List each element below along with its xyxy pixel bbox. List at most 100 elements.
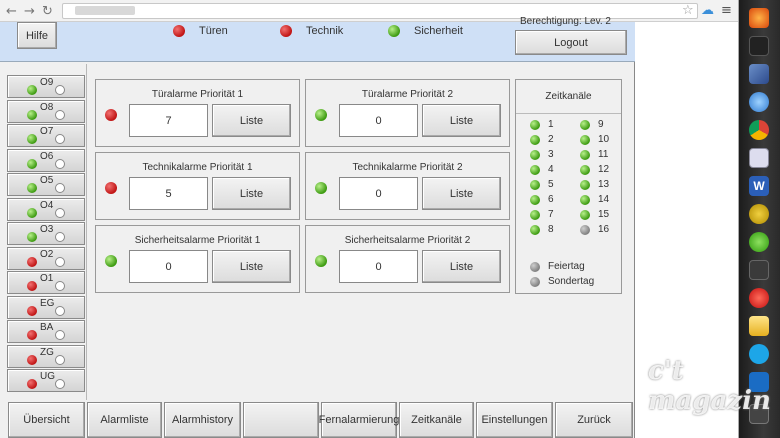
floor-status-icon (27, 158, 37, 169)
time-channel-number: 9 (598, 119, 604, 130)
header-bar: Hilfe Berechtigung: Lev. 2 Türen Technik… (0, 16, 635, 62)
time-channel-status-icon (530, 134, 540, 145)
time-channel: 6 (530, 194, 554, 205)
floor-secondary-icon (55, 158, 65, 169)
time-channel: 1 (530, 119, 554, 130)
time-channel: 4 (530, 164, 554, 175)
floor-button-o5[interactable]: O5 (7, 173, 85, 196)
floor-button-o7[interactable]: O7 (7, 124, 85, 147)
list-button[interactable]: Liste (422, 250, 501, 283)
back-icon[interactable]: ← (6, 4, 17, 19)
floor-button-o4[interactable]: O4 (7, 197, 85, 221)
time-channel-number: 1 (548, 119, 554, 130)
list-button[interactable]: Liste (212, 177, 291, 210)
opera-icon[interactable] (749, 288, 769, 308)
list-button[interactable]: Liste (422, 177, 501, 210)
floor-button-ba[interactable]: BA (7, 320, 85, 343)
logout-button[interactable]: Logout (515, 30, 627, 55)
nav-settings-button[interactable]: Einstellungen (476, 402, 553, 438)
nav-alarm-history-button[interactable]: Alarmhistory (164, 402, 241, 438)
floor-button-o6[interactable]: O6 (7, 148, 85, 172)
nav-overview-button[interactable]: Übersicht (8, 402, 85, 438)
search-app-icon[interactable] (749, 92, 769, 112)
menu-icon[interactable]: ≡ (721, 3, 732, 18)
folder-icon[interactable] (749, 316, 769, 336)
alarm-count: 7 (129, 104, 208, 137)
firefox-icon[interactable] (749, 8, 769, 28)
word-icon[interactable]: W (749, 176, 769, 196)
photo-icon[interactable] (749, 64, 769, 84)
status-doors: Türen (173, 25, 228, 37)
floor-secondary-icon (55, 256, 65, 267)
alarm-count: 0 (339, 250, 418, 283)
alarm-panel-title: Technikalarme Priorität 1 (142, 162, 253, 173)
floor-label: EG (40, 297, 55, 309)
floor-button-o3[interactable]: O3 (7, 222, 85, 245)
floor-status-icon (27, 109, 37, 120)
floor-secondary-icon (55, 232, 65, 242)
floor-button-o9[interactable]: O9 (7, 75, 85, 98)
time-channel-status-icon (530, 149, 540, 160)
alarm-count: 0 (339, 177, 418, 210)
help-button[interactable]: Hilfe (17, 22, 57, 49)
gallery-icon[interactable] (749, 36, 769, 56)
alarm-panel-technik-p2: Technikalarme Priorität 2 0 Liste (305, 152, 510, 220)
chrome-icon[interactable] (749, 120, 769, 140)
floor-button-o8[interactable]: O8 (7, 99, 85, 123)
time-channel-status-icon (530, 164, 540, 175)
nav-empty-button[interactable] (243, 402, 319, 438)
holiday-label: Feiertag (548, 261, 585, 272)
floor-status-icon (27, 379, 37, 389)
list-button[interactable]: Liste (422, 104, 501, 137)
alarm-status-icon (105, 109, 117, 121)
browser-toolbar: ← → ↻ ☆ ☁ ≡ (0, 0, 738, 22)
alarm-count: 0 (129, 250, 208, 283)
watermark-logo: c't magazin (648, 356, 771, 416)
forward-icon[interactable]: → (24, 4, 35, 19)
floor-label: O9 (40, 77, 54, 88)
nav-back-button[interactable]: Zurück (555, 402, 633, 438)
time-channel: 5 (530, 179, 554, 190)
divider (86, 64, 87, 400)
time-channels-panel: Zeitkanäle 1 2 3 4 5 6 7 8 9 10 11 12 13… (515, 79, 622, 294)
alarm-panel-security-p2: Sicherheitsalarme Priorität 2 0 Liste (305, 225, 510, 293)
time-channel-status-icon (530, 224, 540, 235)
alarm-status-icon (315, 255, 327, 267)
floor-button-o1[interactable]: O1 (7, 271, 85, 294)
floor-list: O9 O8 O7 O6 O5 O4 O3 O2 O1 EG BA ZG UG (7, 75, 85, 394)
time-channel: 9 (580, 119, 604, 130)
time-channel-number: 10 (598, 134, 610, 145)
bookmark-star-icon[interactable]: ☆ (682, 3, 694, 18)
nav-time-channels-button[interactable]: Zeitkanäle (399, 402, 474, 438)
floor-label: O7 (40, 126, 54, 137)
special-day-status-icon (530, 276, 540, 287)
time-channel-number: 3 (548, 149, 554, 160)
cloud-icon[interactable]: ☁ (701, 3, 714, 18)
time-channel-number: 13 (598, 179, 610, 190)
nav-remote-alarm-button[interactable]: Fernalarmierung (319, 402, 399, 438)
app-icon[interactable] (749, 260, 769, 280)
time-channel-number: 15 (598, 209, 610, 220)
floor-label: UG (40, 371, 55, 382)
alarm-panel-security-p1: Sicherheitsalarme Priorität 1 0 Liste (95, 225, 300, 293)
time-channel: 15 (580, 209, 609, 220)
time-channel: 10 (580, 134, 609, 145)
spotify-icon[interactable] (749, 232, 769, 252)
list-button[interactable]: Liste (212, 104, 291, 137)
floor-status-icon (27, 134, 37, 144)
document-app-icon[interactable] (749, 148, 769, 168)
floor-button-o2[interactable]: O2 (7, 246, 85, 270)
floor-secondary-icon (55, 109, 65, 120)
nav-alarm-list-button[interactable]: Alarmliste (87, 402, 162, 438)
list-button[interactable]: Liste (212, 250, 291, 283)
floor-status-icon (27, 305, 37, 316)
floor-secondary-icon (55, 305, 65, 316)
floor-label: O8 (40, 101, 54, 113)
reload-icon[interactable]: ↻ (42, 4, 53, 19)
floor-button-ug[interactable]: UG (7, 369, 85, 392)
tool-icon[interactable] (749, 204, 769, 224)
floor-button-zg[interactable]: ZG (7, 344, 85, 368)
time-channel: 2 (530, 134, 554, 145)
floor-button-eg[interactable]: EG (7, 295, 85, 319)
time-channel-status-icon (580, 164, 590, 175)
